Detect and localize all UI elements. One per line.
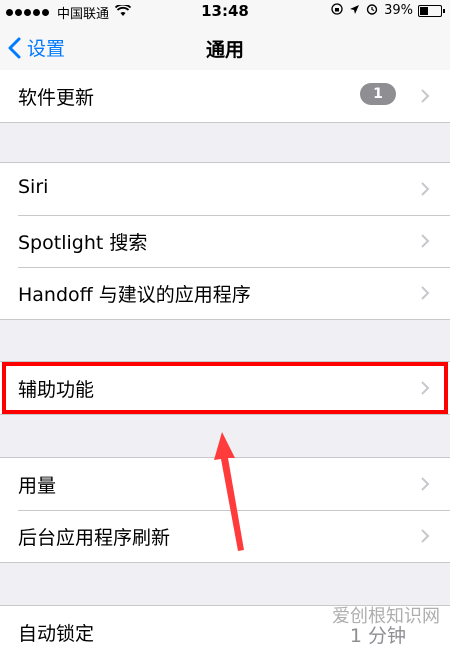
annotation-arrow-icon [214,432,244,551]
watermark: 爱创根知识网 [332,606,440,627]
